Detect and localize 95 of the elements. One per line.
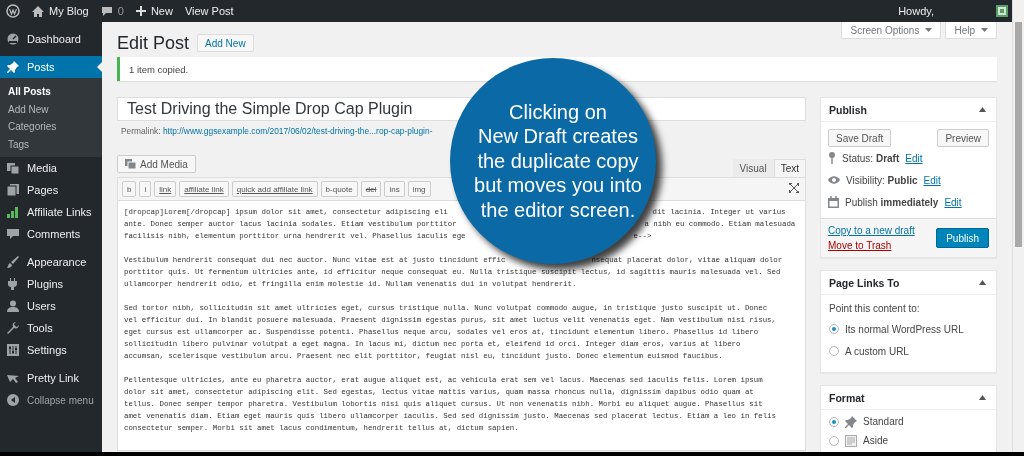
comment-icon (100, 5, 113, 17)
editor-tab[interactable]: Text (773, 159, 806, 177)
collapse-icon (7, 394, 19, 406)
quicktag-button[interactable]: i (139, 181, 152, 197)
publish-button[interactable]: Publish (936, 228, 989, 248)
settings-icon (7, 344, 19, 356)
dropdown-caret-icon (981, 28, 988, 32)
screen-meta-toggle[interactable]: Screen Options (841, 22, 942, 39)
user-icon (7, 300, 19, 312)
scrollbar-thumb[interactable] (1015, 22, 1022, 247)
add-media-button[interactable]: Add Media (117, 155, 196, 173)
document-icon (845, 434, 857, 447)
submenu-item[interactable]: All Posts (0, 83, 102, 101)
success-notice: 1 item copied. (117, 57, 997, 81)
arrow-icon (7, 372, 19, 384)
option-label: A custom URL (845, 345, 909, 357)
permalink-label: Permalink: (121, 126, 162, 136)
comment-icon (7, 228, 19, 240)
prompt-text: Point this content to: (829, 303, 921, 314)
site-logo-icon (6, 4, 20, 18)
sidebar-item[interactable]: Media (0, 157, 102, 179)
sidebar-item[interactable]: Dashboard (0, 28, 102, 50)
quicktag-button[interactable]: img (407, 181, 431, 197)
brush-icon (7, 256, 19, 268)
copy-draft-link[interactable]: Copy to a new draft (828, 225, 915, 236)
screen-meta-toggle[interactable]: Help (945, 22, 997, 39)
quicktag-button[interactable]: link (154, 181, 177, 197)
fullscreen-icon[interactable] (789, 183, 799, 193)
quicktag-button[interactable]: del (360, 181, 382, 197)
collapse-arrow-icon (979, 395, 986, 400)
view-post-link[interactable]: View Post (184, 5, 234, 17)
growth-icon (7, 206, 19, 218)
quicktag-button[interactable]: affiliate link (179, 181, 229, 197)
edit-link[interactable]: Edit (923, 174, 941, 186)
gauge-icon (7, 33, 19, 45)
sidebar-item[interactable]: Plugins (0, 273, 102, 295)
sidebar-item[interactable]: Pages (0, 179, 102, 201)
option-label: Its normal WordPress URL (845, 323, 964, 335)
quicktag-button[interactable]: b-quote (320, 181, 358, 197)
greeting-link[interactable]: Howdy, (898, 5, 934, 17)
sidebar-item[interactable]: Affiliate Links (0, 201, 102, 223)
status-text: Publish immediately (845, 196, 939, 208)
radio-button[interactable] (829, 324, 839, 334)
pages-icon (7, 184, 19, 196)
submenu-item[interactable]: Tags (0, 135, 102, 153)
eye-icon (828, 175, 840, 185)
sidebar-item[interactable]: Settings (0, 339, 102, 361)
preview-button[interactable]: Preview (937, 129, 989, 147)
calendar-icon (828, 196, 839, 208)
panel-title: Page Links To (829, 276, 900, 289)
editor-tab[interactable]: Visual (732, 159, 774, 177)
radio-button[interactable] (829, 346, 839, 356)
plus-icon (135, 6, 146, 16)
new-link[interactable]: New (135, 5, 173, 17)
radio-button[interactable] (829, 416, 839, 427)
quicktag-button[interactable]: quick add affiliate link (231, 181, 318, 197)
pushpin-icon (7, 61, 19, 73)
pushpin-icon (845, 415, 857, 428)
add-new-button[interactable]: Add New (197, 34, 254, 52)
status-text: Visibility: Public (846, 174, 918, 186)
site-link[interactable]: My Blog (32, 5, 89, 17)
panel-title: Publish (829, 103, 867, 116)
status-text: Status: Draft (842, 152, 900, 164)
plug-icon (7, 278, 19, 290)
option-label: Standard (863, 416, 904, 427)
sidebar-item[interactable]: Users (0, 295, 102, 317)
home-icon (32, 5, 44, 17)
comments-link[interactable]: 0 (100, 5, 124, 17)
sidebar-item[interactable]: Comments (0, 223, 102, 245)
edit-link[interactable]: Edit (905, 152, 923, 164)
pin-icon (828, 152, 836, 164)
quicktag-button[interactable]: ins (384, 181, 405, 197)
save-draft-button[interactable]: Save Draft (828, 129, 892, 147)
quicktag-button[interactable]: b (122, 181, 137, 197)
panel-title: Format (829, 391, 865, 404)
collapse-arrow-icon (979, 280, 986, 285)
collapse-menu-button[interactable]: Collapse menu (0, 389, 102, 411)
wrench-icon (7, 322, 19, 334)
collapse-arrow-icon (979, 107, 986, 112)
edit-link[interactable]: Edit (944, 196, 962, 208)
option-label: Aside (863, 435, 888, 446)
trash-link[interactable]: Move to Trash (828, 240, 915, 251)
avatar-icon (996, 5, 1008, 17)
sidebar-item[interactable]: Posts (0, 56, 102, 78)
submenu-item[interactable]: Add New (0, 100, 102, 118)
submenu-item[interactable]: Categories (0, 118, 102, 136)
radio-button[interactable] (829, 435, 839, 446)
page-title: Edit Post (117, 32, 190, 54)
sidebar-item[interactable]: Tools (0, 317, 102, 339)
sidebar-item[interactable]: Appearance (0, 251, 102, 273)
dropdown-caret-icon (925, 28, 933, 32)
media-icon (125, 159, 136, 169)
media-icon (7, 162, 19, 174)
sidebar-item[interactable]: Pretty Link (0, 367, 102, 389)
permalink-link[interactable]: http://www.ggsexample.com/2017/06/02/test-driving-the...rop-cap-plugin- (162, 126, 433, 136)
